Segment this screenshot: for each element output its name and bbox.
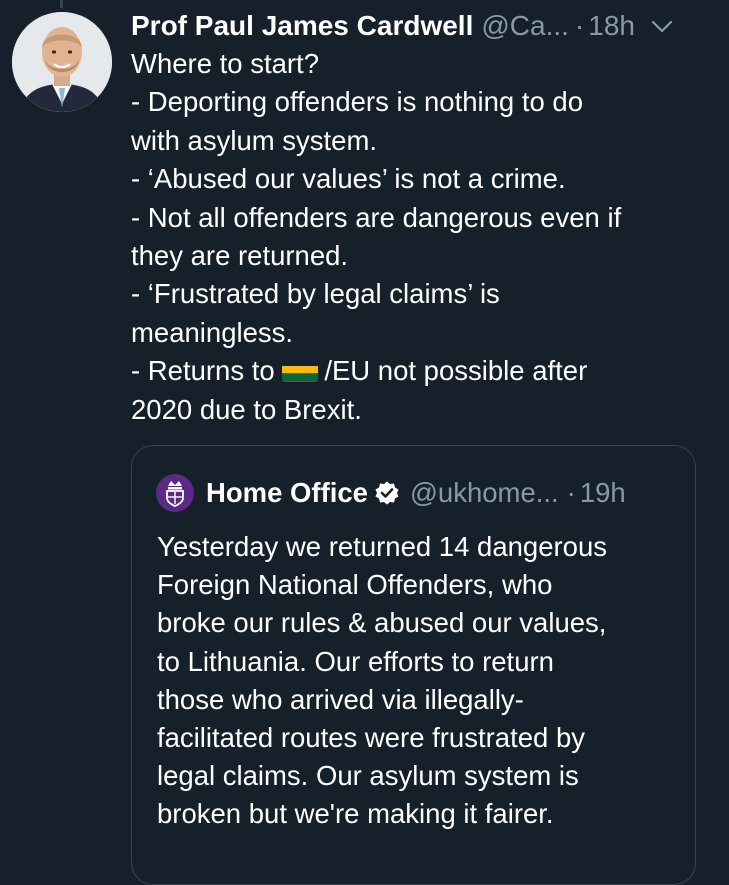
quoted-text-line: to Lithuania. Our efforts to return (157, 645, 554, 677)
quoted-text-line: legal claims. Our asylum system is (157, 760, 579, 792)
quoted-text-line: Yesterday we returned 14 dangerous (157, 531, 607, 562)
quoted-author-handle[interactable]: @ukhome... (410, 477, 559, 509)
tweet-text-line: 2020 due to Brexit. (131, 393, 362, 425)
quoted-tweet-timestamp[interactable]: 19h (580, 477, 626, 509)
tweet-text-line: - ‘Frustrated by legal claims’ is (131, 278, 500, 310)
avatar-photo (12, 12, 112, 112)
returns-prefix: - Returns to (131, 355, 283, 387)
quoted-tweet-header: Home Office @ukhome... · 19h (156, 473, 676, 513)
tweet-text-line: they are returned. (131, 239, 349, 271)
quoted-author-name[interactable]: Home Office (206, 477, 368, 509)
tweet-header: Prof Paul James Cardwell @Ca... · 18h (131, 6, 711, 46)
quoted-tweet-text: Yesterday we returned 14 dangerous Forei… (157, 528, 687, 834)
tweet-text-line: meaningless. (131, 316, 294, 348)
thread-connector-line (60, 0, 63, 8)
header-separator: · (574, 10, 585, 41)
author-handle[interactable]: @Ca... (481, 10, 569, 42)
verified-badge-icon (374, 480, 400, 506)
returns-suffix: /EU not possible after (324, 355, 588, 387)
quoted-text-line: those who arrived via illegally- (157, 683, 524, 715)
quoted-text-line: broken but we're making it fairer. (157, 798, 554, 830)
tweet-text-line: with asylum system. (131, 124, 378, 156)
author-avatar[interactable] (12, 12, 112, 112)
chevron-down-icon[interactable] (649, 13, 675, 39)
tweet-timestamp[interactable]: 18h (588, 10, 635, 42)
quoted-text-line: Foreign National Offenders, who (157, 569, 553, 601)
tweet-text: Where to start? - Deporting offenders is… (131, 45, 711, 429)
tweet-text-line: - Deporting offenders is nothing to do (131, 86, 584, 118)
quoted-text-line: broke our rules & abused our values, (157, 607, 607, 639)
tweet-text-line: - Not all offenders are dangerous even i… (131, 201, 622, 233)
tweet-text-line: Where to start? (131, 48, 319, 79)
quoted-tweet-card[interactable]: Home Office @ukhome... · 19h Yesterday w… (131, 445, 696, 885)
tweet-text-line-returns: - Returns to /EU not possible after (131, 352, 711, 390)
quoted-header-separator: · (566, 477, 576, 508)
tweet-text-line: - ‘Abused our values’ is not a crime. (131, 163, 566, 195)
home-office-crest-icon (156, 474, 194, 512)
author-name[interactable]: Prof Paul James Cardwell (131, 10, 473, 42)
quoted-text-line: facilitated routes were frustrated by (157, 721, 585, 753)
lithuania-flag-icon (282, 360, 319, 383)
